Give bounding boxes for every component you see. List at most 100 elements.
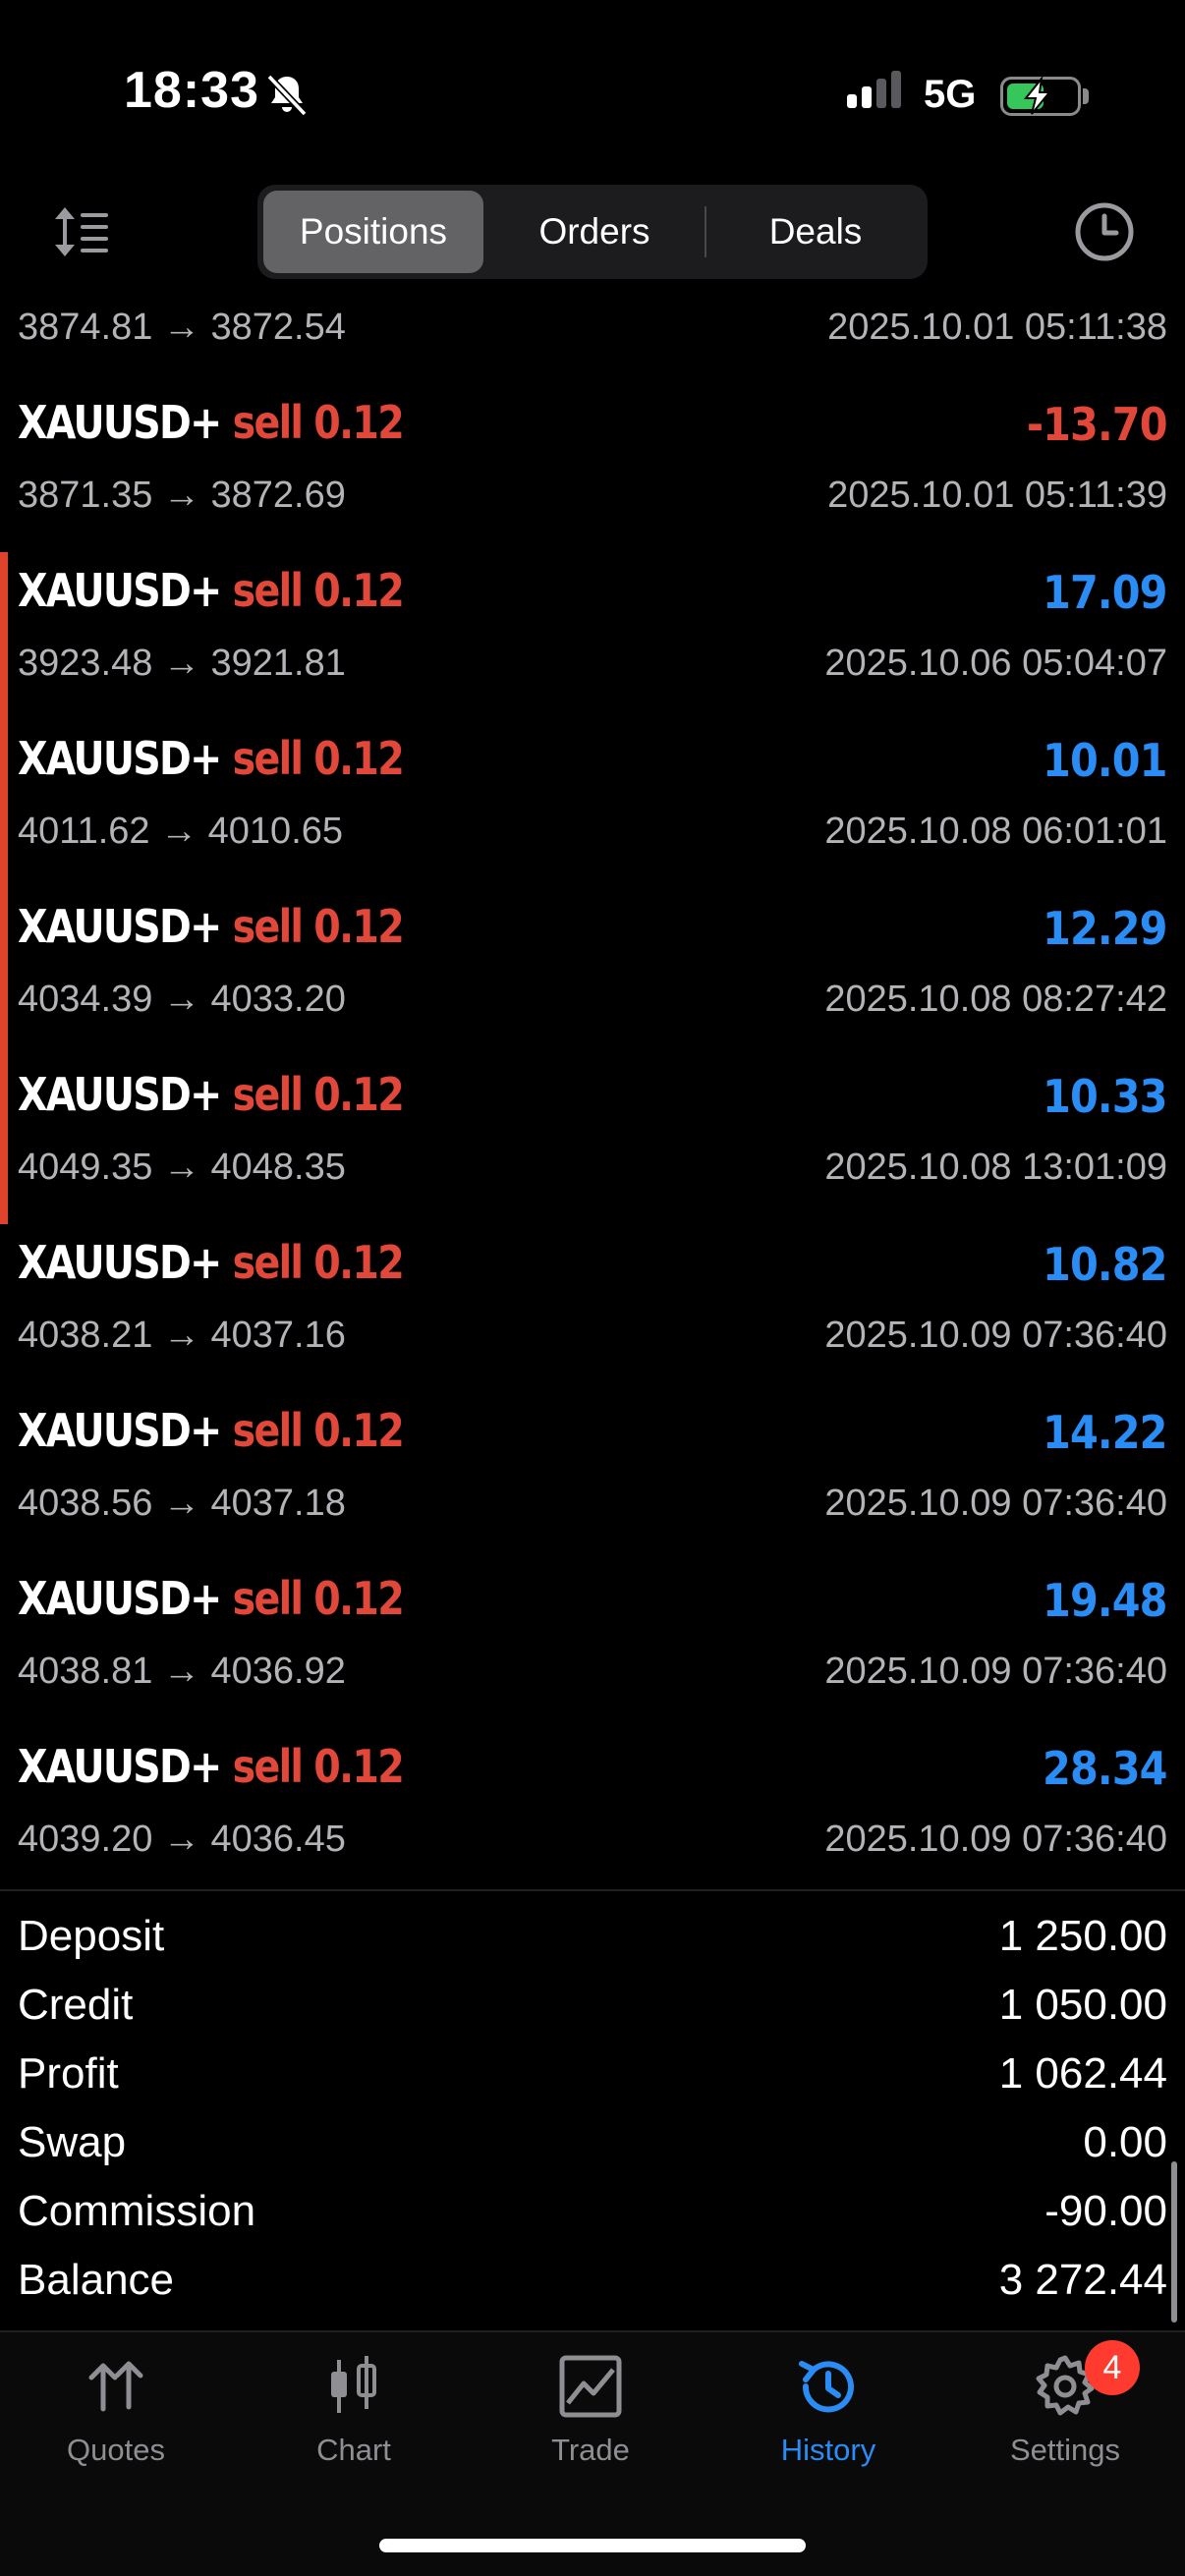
status-bar: 18:33 5G — [0, 0, 1185, 187]
deal-side: sell 0.12 — [232, 564, 405, 617]
deal-profit: 19.48 — [1043, 1574, 1168, 1627]
sort-icon[interactable] — [51, 201, 112, 262]
symbol-name: XAUUSD+ — [18, 1068, 222, 1121]
row-header: XAUUSD+ sell 0.12 10.33 — [18, 1068, 1168, 1131]
tab-quotes[interactable]: Quotes — [18, 2352, 214, 2480]
deal-row[interactable]: XAUUSD+ sell 0.12 10.82 4038.21 → 4037.16 2… — [0, 1224, 1185, 1392]
deal-row[interactable]: XAUUSD+ sell 0.12 10.33 4049.35 → 4048.35 2… — [0, 1056, 1185, 1224]
deal-profit: 17.09 — [1043, 566, 1168, 619]
deal-row[interactable]: XAUUSD+ sell 0.12 10.01 4011.62 → 4010.65 2… — [0, 720, 1185, 888]
deal-side: sell 0.12 — [232, 900, 405, 953]
deal-symbol: XAUUSD+ sell 0.12 — [18, 900, 405, 953]
network-label: 5G — [924, 73, 977, 116]
summary-row-profit: Profit 1 062.44 — [18, 2044, 1167, 2112]
deal-prices: 4038.21 → 4037.16 — [18, 1315, 346, 1356]
tab-label: Trade — [551, 2433, 630, 2467]
symbol-name: XAUUSD+ — [18, 1404, 222, 1457]
deal-prices: 4011.62 → 4010.65 — [18, 811, 344, 852]
summary-label: Deposit — [18, 1912, 165, 1960]
scrollbar[interactable] — [1171, 2161, 1177, 2323]
battery-cap — [1083, 88, 1089, 104]
row-marker — [0, 552, 8, 720]
tab-trade[interactable]: Trade — [492, 2352, 689, 2480]
row-header: XAUUSD+ sell 0.12 19.48 — [18, 1572, 1168, 1635]
app-screen: 18:33 5G Positions Orders Deals 3874.81 … — [0, 0, 1185, 2576]
deal-side: sell 0.12 — [232, 1740, 405, 1793]
deal-row[interactable]: XAUUSD+ sell 0.12 -13.70 3871.35 → 3872.69… — [0, 384, 1185, 552]
symbol-name: XAUUSD+ — [18, 564, 222, 617]
deal-profit: 28.34 — [1043, 1742, 1168, 1795]
bell-slash-icon — [266, 74, 308, 117]
deal-symbol: XAUUSD+ sell 0.12 — [18, 732, 405, 785]
row-details: 4039.20 → 4036.45 2025.10.09 07:36:40 — [18, 1819, 1167, 1870]
row-details: 4011.62 → 4010.65 2025.10.08 06:01:01 — [18, 811, 1167, 862]
row-details: 4038.21 → 4037.16 2025.10.09 07:36:40 — [18, 1315, 1167, 1366]
deal-time: 2025.10.08 13:01:09 — [824, 1147, 1167, 1188]
tab-chart[interactable]: Chart — [255, 2352, 452, 2480]
summary-value: 0.00 — [1083, 2118, 1167, 2166]
summary-value: -90.00 — [1044, 2187, 1167, 2235]
deal-row[interactable]: 3874.81 → 3872.54 2025.10.01 05:11:38 — [0, 285, 1185, 384]
summary-row-swap: Swap 0.00 — [18, 2112, 1167, 2181]
divider — [0, 1889, 1185, 1891]
deal-profit: 14.22 — [1043, 1406, 1168, 1459]
tab-history[interactable]: History — [730, 2352, 927, 2480]
summary-row-credit: Credit 1 050.00 — [18, 1975, 1167, 2044]
charging-bolt-icon — [1023, 77, 1052, 115]
deal-row[interactable]: XAUUSD+ sell 0.12 19.48 4038.81 → 4036.92 2… — [0, 1560, 1185, 1728]
deal-prices: 4038.56 → 4037.18 — [18, 1483, 346, 1524]
deal-prices: 4038.81 → 4036.92 — [18, 1651, 346, 1692]
summary-label: Swap — [18, 2118, 127, 2166]
deal-prices: 4039.20 → 4036.45 — [18, 1819, 346, 1860]
row-header — [18, 285, 1167, 291]
deal-time: 2025.10.09 07:36:40 — [824, 1819, 1167, 1860]
row-details: 4038.56 → 4037.18 2025.10.09 07:36:40 — [18, 1483, 1167, 1534]
symbol-name: XAUUSD+ — [18, 396, 222, 449]
deal-prices: 4049.35 → 4048.35 — [18, 1147, 346, 1188]
deal-row[interactable]: XAUUSD+ sell 0.12 28.34 4039.20 → 4036.45 2… — [0, 1728, 1185, 1890]
summary-value: 1 062.44 — [998, 2049, 1167, 2098]
status-time: 18:33 — [124, 62, 259, 119]
deal-symbol: XAUUSD+ sell 0.12 — [18, 1572, 405, 1625]
row-details: 4034.39 → 4033.20 2025.10.08 08:27:42 — [18, 979, 1167, 1030]
deal-prices: 3874.81 → 3872.54 — [18, 307, 346, 348]
summary-label: Credit — [18, 1981, 134, 2029]
summary-value: 1 250.00 — [998, 1912, 1167, 1960]
deal-time: 2025.10.09 07:36:40 — [824, 1483, 1167, 1524]
row-details: 3923.48 → 3921.81 2025.10.06 05:04:07 — [18, 643, 1167, 694]
deal-side: sell 0.12 — [232, 1572, 405, 1625]
home-indicator[interactable] — [379, 2539, 806, 2552]
deal-row[interactable]: XAUUSD+ sell 0.12 17.09 3923.48 → 3921.81 2… — [0, 552, 1185, 720]
row-marker — [0, 888, 8, 1056]
deal-time: 2025.10.08 08:27:42 — [824, 979, 1167, 1020]
tab-positions[interactable]: Positions — [263, 191, 483, 273]
deal-symbol: XAUUSD+ sell 0.12 — [18, 1740, 405, 1793]
tab-orders[interactable]: Orders — [485, 191, 704, 273]
deal-side: sell 0.12 — [232, 1236, 405, 1289]
deal-prices: 4034.39 → 4033.20 — [18, 979, 346, 1020]
deal-symbol: XAUUSD+ sell 0.12 — [18, 1068, 405, 1121]
segmented-control: Positions Orders Deals — [257, 185, 928, 279]
summary-label: Commission — [18, 2187, 256, 2235]
summary-label: Profit — [18, 2049, 119, 2098]
deal-time: 2025.10.01 05:11:39 — [827, 475, 1167, 516]
deal-row[interactable]: XAUUSD+ sell 0.12 14.22 4038.56 → 4037.18 2… — [0, 1392, 1185, 1560]
clock-icon[interactable] — [1073, 200, 1136, 263]
deal-symbol: XAUUSD+ sell 0.12 — [18, 1404, 405, 1457]
deal-side: sell 0.12 — [232, 1068, 405, 1121]
deal-time: 2025.10.09 07:36:40 — [824, 1651, 1167, 1692]
summary-row-commission: Commission -90.00 — [18, 2181, 1167, 2250]
deal-side: sell 0.12 — [232, 732, 405, 785]
deal-symbol: XAUUSD+ sell 0.12 — [18, 564, 405, 617]
tab-deals[interactable]: Deals — [707, 191, 924, 273]
deal-time: 2025.10.08 06:01:01 — [824, 811, 1167, 852]
deal-time: 2025.10.06 05:04:07 — [824, 643, 1167, 684]
row-marker — [0, 720, 8, 888]
row-details: 3874.81 → 3872.54 2025.10.01 05:11:38 — [18, 307, 1167, 358]
tab-label: Quotes — [67, 2433, 165, 2467]
account-summary: Deposit 1 250.00 Credit 1 050.00 Profit … — [18, 1906, 1167, 2319]
tab-label: Chart — [316, 2433, 391, 2467]
deal-row[interactable]: XAUUSD+ sell 0.12 12.29 4034.39 → 4033.20 2… — [0, 888, 1185, 1056]
deals-list[interactable]: 3874.81 → 3872.54 2025.10.01 05:11:38 XAUU… — [0, 285, 1185, 1890]
row-details: 4049.35 → 4048.35 2025.10.08 13:01:09 — [18, 1147, 1167, 1198]
